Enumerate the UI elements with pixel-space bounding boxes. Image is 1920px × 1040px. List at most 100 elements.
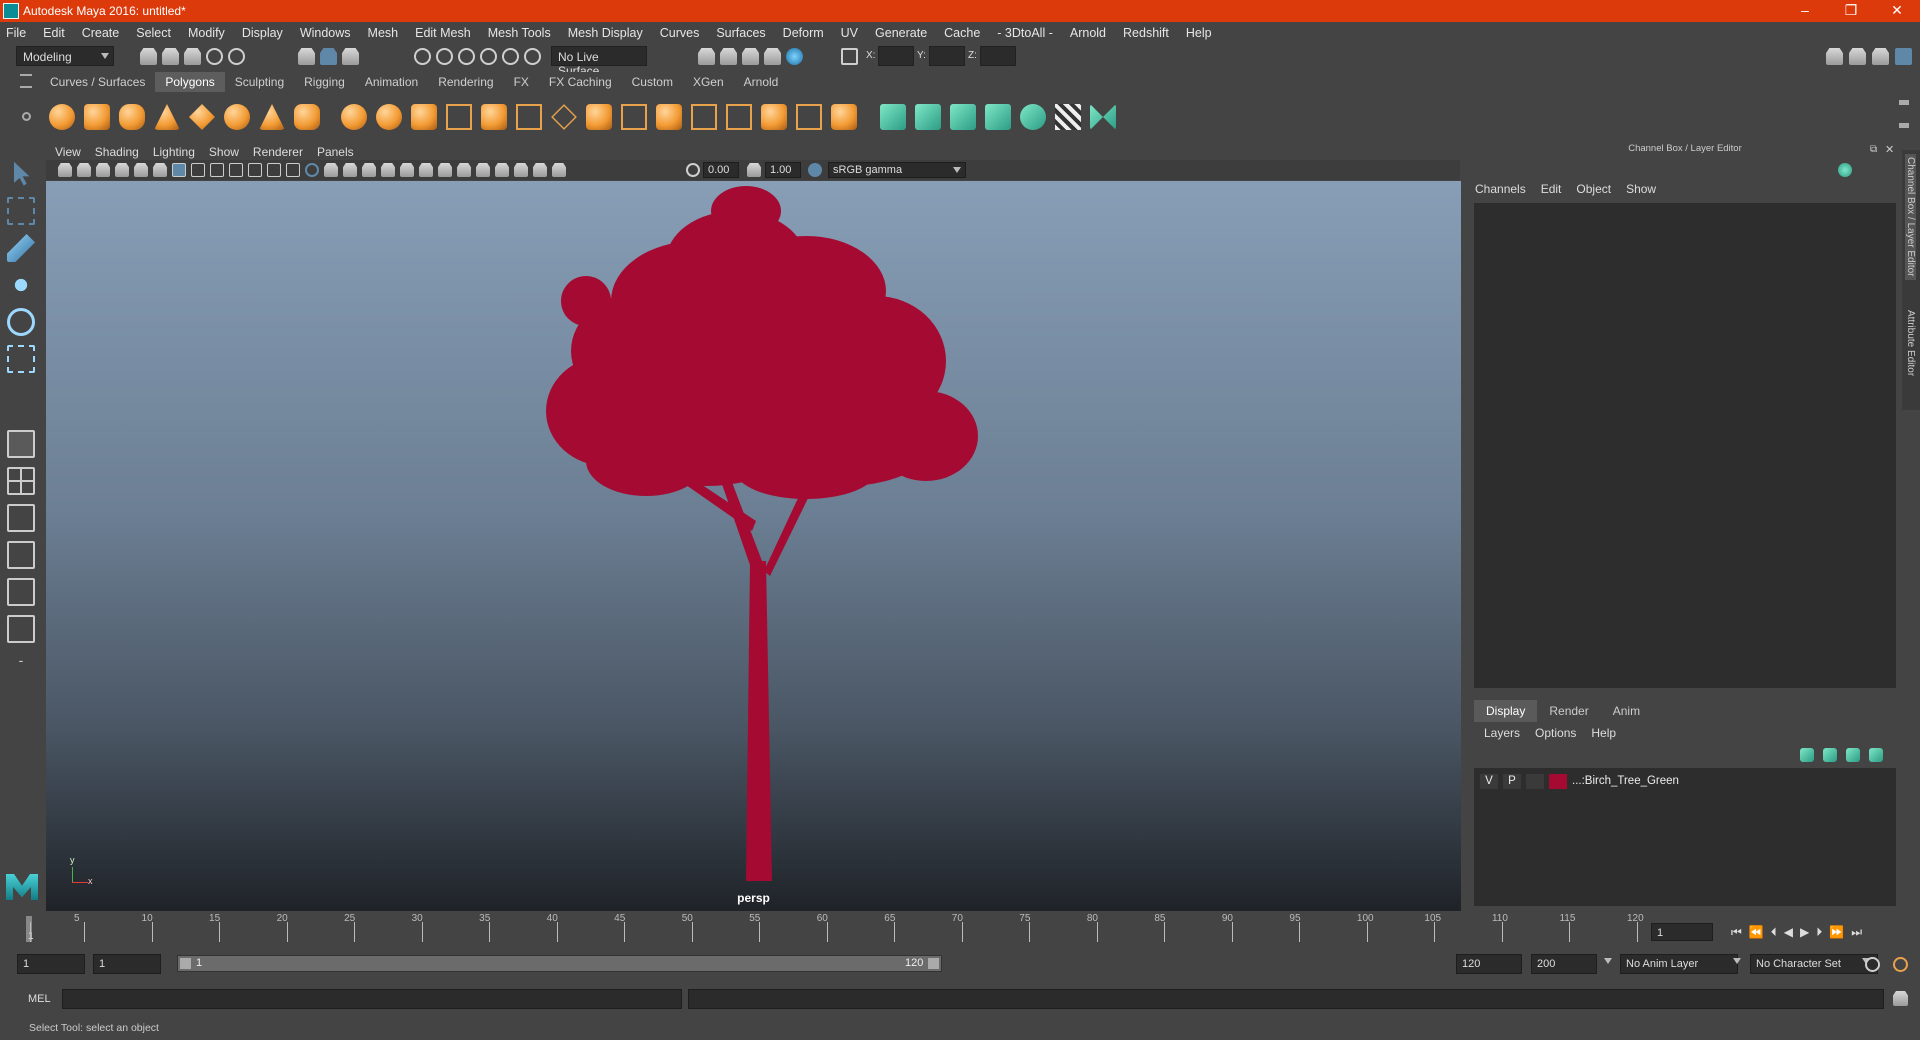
menu-modify[interactable]: Modify [188,26,225,40]
open-scene-icon[interactable] [162,48,179,65]
x-field[interactable] [878,46,914,66]
time-slider[interactable] [22,913,1644,945]
smooth-icon[interactable] [446,104,472,130]
channel-box-toggle-icon[interactable] [1895,48,1912,65]
menu-surfaces[interactable]: Surfaces [716,26,765,40]
poly-torus-icon[interactable] [224,104,250,130]
depth-of-field-icon[interactable] [476,163,490,177]
select-tool-icon[interactable] [14,161,30,186]
spherical-uv-icon[interactable] [950,104,976,130]
automatic-uv-icon[interactable] [985,104,1011,130]
persp-graph-layout-icon[interactable] [7,541,35,569]
playback-start-field[interactable]: 1 [93,954,161,974]
single-perspective-layout-icon[interactable] [7,430,35,458]
select-object-icon[interactable] [320,48,337,65]
smooth-shade-icon[interactable] [324,163,338,177]
animation-end-field[interactable]: 200 [1531,954,1597,974]
exposure-field[interactable]: 0.00 [703,162,739,178]
collapse-icon[interactable] [761,104,787,130]
range-options-chevron-icon[interactable] [1604,958,1612,964]
outliner-persp-layout-icon[interactable] [7,615,35,643]
ipr-render-icon[interactable] [720,48,737,65]
use-all-lights-icon[interactable] [381,163,395,177]
exposure-icon[interactable] [686,163,700,177]
mel-input[interactable] [62,989,682,1009]
cylindrical-uv-icon[interactable] [915,104,941,130]
poly-sphere-icon[interactable] [49,104,75,130]
channel-show-menu[interactable]: Show [1626,182,1656,196]
tab-anim-layers[interactable]: Anim [1601,700,1652,722]
two-d-pan-zoom-icon[interactable] [134,163,148,177]
extract-icon[interactable] [411,104,437,130]
viewport-menu-renderer[interactable]: Renderer [253,145,303,159]
go-to-end-icon[interactable]: ⏭ [1851,925,1862,940]
layer-help-menu[interactable]: Help [1591,726,1616,740]
go-to-start-icon[interactable]: ⏮ [1731,925,1742,940]
layers-menu[interactable]: Layers [1484,726,1520,740]
planar-uv-icon[interactable] [880,104,906,130]
layer-name[interactable]: ...:Birch_Tree_Green [1572,775,1679,787]
menu-select[interactable]: Select [136,26,171,40]
shelf-settings-icon[interactable] [22,112,31,121]
close-button[interactable]: ✕ [1874,0,1920,22]
viewport-menu-lighting[interactable]: Lighting [153,145,195,159]
move-tool-icon[interactable] [7,271,35,299]
merge-icon[interactable] [796,104,822,130]
new-empty-layer-icon[interactable] [1846,748,1860,762]
range-start-handle[interactable] [180,958,191,969]
viewport-menu-panels[interactable]: Panels [317,145,354,159]
four-view-layout-icon[interactable] [7,467,35,495]
menu-cache[interactable]: Cache [944,26,980,40]
isolate-select-icon[interactable] [495,163,509,177]
y-field[interactable] [929,46,965,66]
shadows-icon[interactable] [400,163,414,177]
save-scene-icon[interactable] [184,48,201,65]
persp-hypershade-layout-icon[interactable] [7,578,35,606]
menu-redshift[interactable]: Redshift [1123,26,1169,40]
menu-mesh[interactable]: Mesh [368,26,399,40]
redo-icon[interactable] [228,48,245,65]
play-forward-icon[interactable]: ▶ [1800,925,1809,940]
textured-icon[interactable] [362,163,376,177]
playback-end-field[interactable]: 120 [1456,954,1522,974]
menu-3dtoall[interactable]: - 3DtoAll - [997,26,1053,40]
resolution-gate-icon[interactable] [210,163,224,177]
film-gate-icon[interactable] [191,163,205,177]
minimize-button[interactable]: – [1782,0,1828,22]
menu-windows[interactable]: Windows [300,26,351,40]
tab-polygons[interactable]: Polygons [155,72,225,92]
append-polygon-icon[interactable] [586,104,612,130]
script-editor-icon[interactable] [1893,991,1908,1006]
live-surface-field[interactable]: No Live Surface [551,46,647,78]
image-plane-icon[interactable] [115,163,129,177]
rotate-tool-icon[interactable] [7,308,35,336]
quad-draw-icon[interactable] [831,104,857,130]
step-back-frame-icon[interactable]: ⏴ [1771,925,1777,940]
layer-row[interactable]: V P ...:Birch_Tree_Green [1480,773,1892,789]
snap-point-icon[interactable] [458,48,475,65]
modeling-toolkit-icon[interactable] [1826,48,1843,65]
current-frame-field[interactable]: 1 [1651,923,1713,941]
viewport-menu-shading[interactable]: Shading [95,145,139,159]
target-weld-icon[interactable] [726,104,752,130]
multi-cut-icon[interactable] [691,104,717,130]
gamma-icon[interactable] [747,163,761,177]
layer-color-swatch[interactable] [1549,773,1567,789]
persp-outliner-layout-icon[interactable] [7,504,35,532]
paint-select-icon[interactable] [7,234,35,262]
screen-space-ao-icon[interactable] [419,163,433,177]
camera-attributes-icon[interactable] [77,163,91,177]
viewport-menu-view[interactable]: View [55,145,81,159]
select-hierarchy-icon[interactable] [298,48,315,65]
shelf-menu-icon[interactable] [20,74,32,88]
hypershade-icon[interactable] [764,48,781,65]
render-view-icon[interactable] [786,48,803,65]
grease-pencil-icon[interactable] [153,163,167,177]
grid-icon[interactable] [172,163,186,177]
wireframe-on-shaded-icon[interactable] [343,163,357,177]
anim-layer-dropdown[interactable]: No Anim Layer [1620,954,1738,974]
snap-view-plane-icon[interactable] [480,48,497,65]
channel-object-menu[interactable]: Object [1576,182,1611,196]
menu-arnold[interactable]: Arnold [1070,26,1106,40]
attribute-editor-toggle-icon[interactable] [1849,48,1866,65]
